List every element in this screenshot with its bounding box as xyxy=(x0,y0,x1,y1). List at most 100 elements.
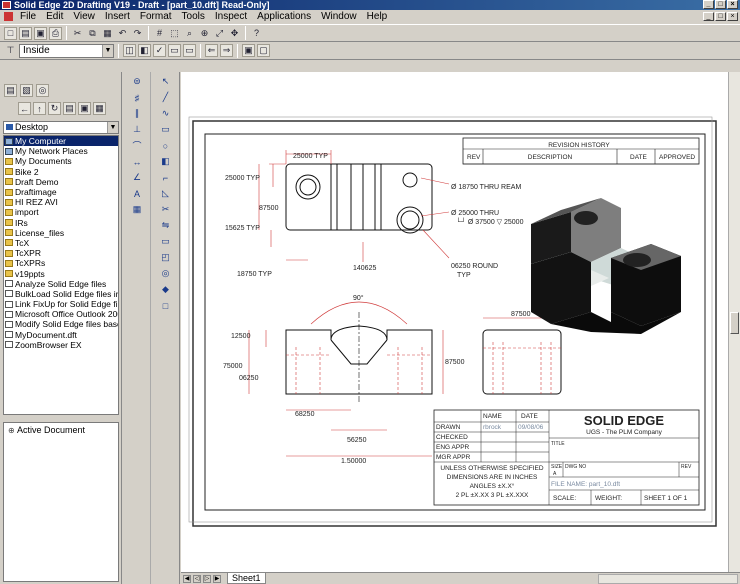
list-item[interactable]: Bike 2 xyxy=(4,167,118,177)
layer-tool-7-icon[interactable]: ▣ xyxy=(242,44,255,57)
maximize-button[interactable]: □ xyxy=(715,0,726,9)
next-sheet-icon[interactable]: ▷ xyxy=(203,574,211,583)
last-sheet-icon[interactable]: ▶ xyxy=(213,574,221,583)
open-icon[interactable]: ▤ xyxy=(19,26,32,40)
tab-layers-icon[interactable]: ◎ xyxy=(36,84,49,97)
list-item[interactable]: Microsoft Office Outlook 2003 xyxy=(4,309,118,319)
list-item[interactable]: TcXPR xyxy=(4,248,118,258)
rectangle-icon[interactable]: ▭ xyxy=(156,123,176,136)
list-item[interactable]: Analyze Solid Edge files xyxy=(4,279,118,289)
detail-icon[interactable]: ◎ xyxy=(156,267,176,280)
copy-icon[interactable]: ⧉ xyxy=(86,27,99,40)
doc-restore-button[interactable]: □ xyxy=(715,12,726,21)
prev-sheet-icon[interactable]: ◁ xyxy=(193,574,201,583)
list-item[interactable]: import xyxy=(4,207,118,217)
grid-icon[interactable]: # xyxy=(153,27,166,40)
perpendicular-icon[interactable]: ⊥ xyxy=(127,123,147,136)
layer-tool-5-icon[interactable]: ⇐ xyxy=(205,44,218,57)
view-icon[interactable]: ▭ xyxy=(156,235,176,248)
list-item[interactable]: MyDocument.dft xyxy=(4,330,118,340)
scroll-thumb[interactable] xyxy=(730,312,739,334)
trim-icon[interactable]: ✂ xyxy=(156,203,176,216)
chevron-down-icon[interactable]: ▼ xyxy=(102,44,113,57)
list-item[interactable]: Draft Demo xyxy=(4,177,118,187)
zoom-icon[interactable]: ⊕ xyxy=(198,27,211,40)
list-item[interactable]: My Computer xyxy=(4,136,118,147)
menu-insert[interactable]: Insert xyxy=(100,11,135,22)
layer-tool-6-icon[interactable]: ⇒ xyxy=(220,44,233,57)
drawing-canvas[interactable]: REVISION HISTORY REV DESCRIPTION DATE AP… xyxy=(181,72,728,572)
list-item[interactable]: TcXPRs xyxy=(4,258,118,268)
list-item[interactable]: Link FixUp for Solid Edge files xyxy=(4,299,118,309)
menu-help[interactable]: Help xyxy=(362,11,393,22)
doc-minimize-button[interactable]: _ xyxy=(703,12,714,21)
fill-icon[interactable]: ◧ xyxy=(156,155,176,168)
list-item[interactable]: ZoomBrowser EX xyxy=(4,340,118,350)
doc-close-button[interactable]: × xyxy=(727,12,738,21)
layer-tool-4-icon[interactable]: ▭ xyxy=(183,44,196,57)
frame-icon[interactable]: □ xyxy=(156,299,176,312)
chevron-down-icon[interactable]: ▼ xyxy=(107,122,118,133)
tab-library-icon[interactable]: ▤ xyxy=(4,84,17,97)
select-arrow-icon[interactable]: ↖ xyxy=(156,75,176,88)
layer-tool-1-icon[interactable]: ◫ xyxy=(123,44,136,57)
parallel-icon[interactable]: ∥ xyxy=(127,107,147,120)
pan-icon[interactable]: ✥ xyxy=(228,27,241,40)
list-item[interactable]: Draftimage xyxy=(4,187,118,197)
tangent-icon[interactable]: ⌒ xyxy=(127,139,147,152)
list-item[interactable]: My Documents xyxy=(4,156,118,166)
list-item[interactable]: My Network Places xyxy=(4,146,118,156)
angle-icon[interactable]: ∠ xyxy=(127,171,147,184)
paste-icon[interactable]: ▦ xyxy=(101,27,114,40)
list-item[interactable]: Modify Solid Edge files based xyxy=(4,319,118,329)
table-icon[interactable]: ▦ xyxy=(127,203,147,216)
fillet-icon[interactable]: ⌐ xyxy=(156,171,176,184)
list-item[interactable]: BulkLoad Solid Edge files into xyxy=(4,289,118,299)
close-button[interactable]: × xyxy=(727,0,738,9)
relationship-icon[interactable]: ⊜ xyxy=(127,75,147,88)
layer-tool-2-icon[interactable]: ◧ xyxy=(138,44,151,57)
new-folder-icon[interactable]: ▣ xyxy=(78,102,91,115)
menu-inspect[interactable]: Inspect xyxy=(210,11,252,22)
line-icon[interactable]: ╱ xyxy=(156,91,176,104)
properties-icon[interactable]: ▦ xyxy=(93,102,106,115)
document-menu-icon[interactable] xyxy=(4,12,13,21)
layer-tool-8-icon[interactable]: ▢ xyxy=(257,44,270,57)
connect-icon[interactable]: ♯ xyxy=(127,91,147,104)
dimension-icon[interactable]: ↔ xyxy=(127,155,147,168)
help-icon[interactable]: ? xyxy=(250,27,263,40)
text-icon[interactable]: A xyxy=(127,187,147,200)
redo-icon[interactable]: ↷ xyxy=(131,27,144,40)
up-folder-icon[interactable]: ↑ xyxy=(33,102,46,115)
refresh-icon[interactable]: ↻ xyxy=(48,102,61,115)
layer-tool-3-icon[interactable]: ▭ xyxy=(168,44,181,57)
check-icon[interactable]: ✓ xyxy=(153,44,166,57)
menu-tools[interactable]: Tools xyxy=(177,11,210,22)
menu-format[interactable]: Format xyxy=(135,11,177,22)
menu-applications[interactable]: Applications xyxy=(252,11,316,22)
fit-icon[interactable]: ⤢ xyxy=(213,27,226,40)
menu-edit[interactable]: Edit xyxy=(41,11,68,22)
library-path-combo[interactable]: Desktop ▼ xyxy=(3,121,119,134)
horizontal-scrollbar[interactable] xyxy=(598,573,738,584)
curve-icon[interactable]: ∿ xyxy=(156,107,176,120)
cut-icon[interactable]: ✂ xyxy=(71,27,84,40)
save-icon[interactable]: ▣ xyxy=(34,26,47,40)
mirror-icon[interactable]: ⇋ xyxy=(156,219,176,232)
list-item[interactable]: IRs xyxy=(4,218,118,228)
list-item[interactable]: HI REZ AVI xyxy=(4,197,118,207)
list-item[interactable]: License_files xyxy=(4,228,118,238)
select-icon[interactable]: ⬚ xyxy=(168,27,181,40)
tab-sheet1[interactable]: Sheet1 xyxy=(227,573,266,584)
menu-file[interactable]: File xyxy=(15,11,41,22)
section-icon[interactable]: ◰ xyxy=(156,251,176,264)
views-icon[interactable]: ▤ xyxy=(63,102,76,115)
symbol-icon[interactable]: ◆ xyxy=(156,283,176,296)
zoom-area-icon[interactable]: ⌕ xyxy=(183,27,196,40)
list-item[interactable]: v19ppts xyxy=(4,268,118,279)
active-document-label[interactable]: Active Document xyxy=(17,425,85,435)
menu-view[interactable]: View xyxy=(68,11,100,22)
vertical-scrollbar[interactable] xyxy=(728,72,740,572)
new-icon[interactable]: □ xyxy=(4,26,17,40)
chamfer-icon[interactable]: ◺ xyxy=(156,187,176,200)
